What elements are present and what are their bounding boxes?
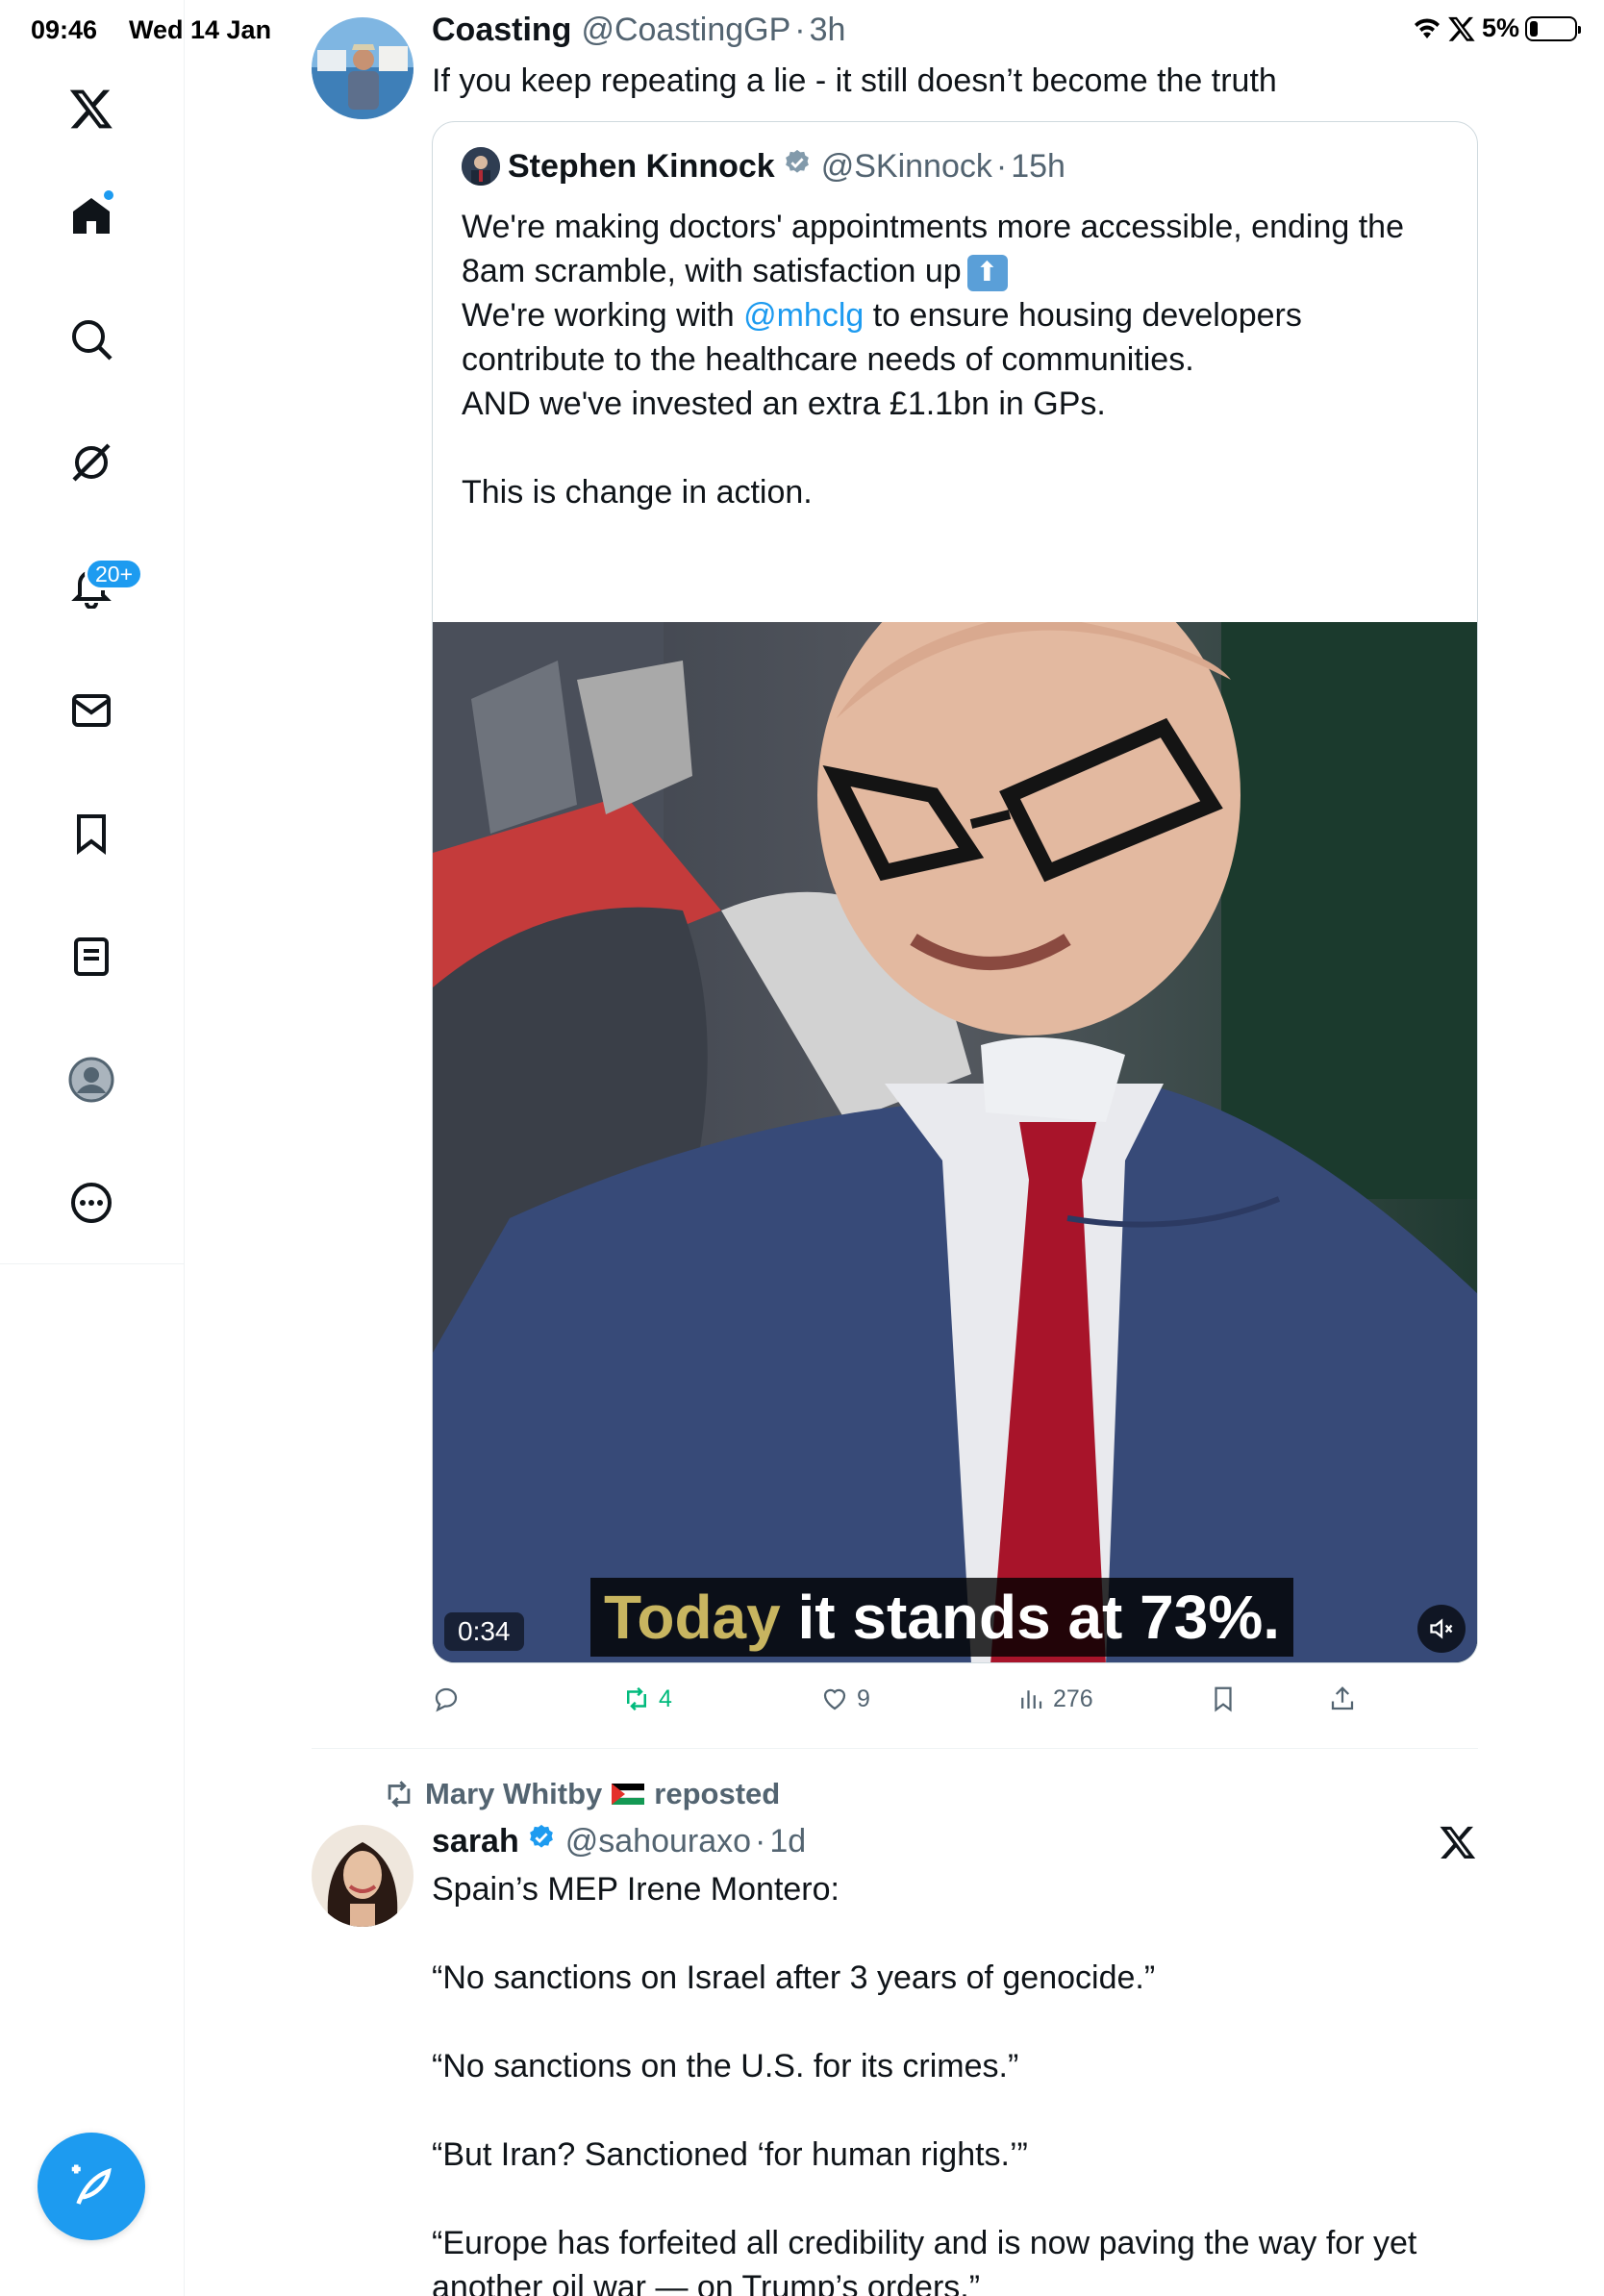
compose-feather-icon — [71, 2164, 112, 2205]
quote-avatar — [462, 147, 500, 186]
grok-x-icon[interactable] — [1439, 1823, 1477, 1861]
video-frame — [433, 622, 1477, 1662]
quote-p2-post: to ensure housing developers — [872, 297, 1302, 334]
mention-link[interactable]: @mhclg — [743, 297, 864, 334]
video-player[interactable]: 0:34 Today it stands at 73%. — [433, 622, 1477, 1662]
tweet1-text: If you keep repeating a lie - it still d… — [432, 62, 1277, 99]
compose-button[interactable] — [38, 2133, 145, 2240]
up-arrow-emoji-icon — [966, 255, 1008, 292]
speaker-muted-icon — [1430, 1618, 1453, 1639]
messages-envelope-icon[interactable] — [58, 677, 125, 744]
video-caption: Today it stands at 73%. — [590, 1578, 1293, 1657]
views-button[interactable]: 276 — [1016, 1685, 1093, 1713]
search-icon[interactable] — [58, 306, 125, 373]
tweet-divider — [312, 1748, 1478, 1749]
quote-p2-pre: We're working with — [462, 297, 735, 334]
wifi-icon — [1414, 17, 1440, 38]
quote-paragraph-4: This is change in action. — [462, 474, 813, 511]
bookmarks-icon[interactable] — [58, 800, 125, 867]
repost-icon — [388, 1781, 411, 1808]
grok-icon[interactable] — [58, 429, 125, 496]
tweet2-line-5: “Europe has forfeited all credibility an… — [432, 2225, 1417, 2261]
bookmark-button[interactable] — [1209, 1685, 1238, 1713]
share-upload-icon — [1331, 1686, 1354, 1710]
reposted-label: reposted — [654, 1777, 781, 1810]
like-button[interactable]: 9 — [820, 1685, 870, 1713]
quote-paragraph-2: We're working with @mhclg to ensure hous… — [462, 293, 1302, 382]
profile-avatar-icon[interactable] — [58, 1046, 125, 1113]
quote-header: Stephen Kinnock @SKinnock · 15h — [462, 147, 1065, 186]
heart-icon — [823, 1688, 846, 1710]
tweet1-dot: · — [794, 12, 806, 48]
sidebar-divider — [0, 1263, 185, 1264]
share-button[interactable] — [1328, 1685, 1357, 1713]
home-unread-dot — [102, 188, 115, 202]
video-caption-rest: it stands at 73%. — [797, 1583, 1281, 1652]
tweet2-dot: · — [755, 1823, 766, 1859]
video-caption-highlight: Today — [604, 1583, 781, 1652]
quote-handle: @SKinnock — [820, 147, 992, 185]
status-icons: 5% — [1413, 13, 1581, 43]
notifications-badge: 20+ — [85, 558, 144, 590]
tweet2-handle[interactable]: @sahouraxo — [565, 1823, 751, 1860]
quote-p1-line2: 8am scramble, with satisfaction up — [462, 253, 962, 289]
tweet1-header: Coasting @CoastingGP · 3h — [432, 12, 845, 49]
tweet2-line-1: Spain’s MEP Irene Montero: — [432, 1871, 840, 1908]
views-count: 276 — [1053, 1685, 1093, 1712]
video-timecode: 0:34 — [444, 1612, 524, 1651]
tweet1-author-name[interactable]: Coasting — [432, 12, 571, 49]
repost-icon — [627, 1686, 646, 1711]
reply-button[interactable] — [432, 1685, 461, 1713]
quote-paragraph-1: We're making doctors' appointments more … — [462, 205, 1404, 293]
more-options-icon[interactable] — [58, 1169, 125, 1236]
quote-dot: · — [995, 147, 1008, 185]
quote-author-name: Stephen Kinnock — [508, 147, 775, 185]
tweet1-time[interactable]: 3h — [810, 12, 846, 49]
mute-button[interactable] — [1417, 1605, 1466, 1653]
tweet2-avatar[interactable] — [312, 1825, 414, 1927]
repost-button[interactable]: 4 — [622, 1685, 672, 1713]
quote-p1-line1: We're making doctors' appointments more … — [462, 209, 1404, 245]
quote-p1-line2-wrap: 8am scramble, with satisfaction up — [462, 249, 1404, 293]
quote-tweet-card[interactable]: Stephen Kinnock @SKinnock · 15h We're ma… — [432, 121, 1478, 1663]
grey-verified-badge-icon — [783, 148, 812, 186]
bookmark-icon — [1215, 1686, 1232, 1712]
sidebar: 20+ — [0, 0, 185, 2296]
reply-bubble-icon — [435, 1687, 458, 1712]
palestine-flag-icon — [612, 1784, 645, 1805]
tweet2-time[interactable]: 1d — [769, 1823, 806, 1860]
reposter-name[interactable]: Mary Whitby — [425, 1777, 602, 1811]
tweet2-line-2: “No sanctions on Israel after 3 years of… — [432, 1959, 1156, 1996]
tweet2-line-3: “No sanctions on the U.S. for its crimes… — [432, 2048, 1019, 2084]
tweet2-header: sarah @sahouraxo · 1d — [432, 1823, 806, 1860]
like-count: 9 — [857, 1685, 870, 1712]
battery-percent: 5% — [1481, 13, 1519, 42]
quote-p2-line2: contribute to the healthcare needs of co… — [462, 341, 1194, 378]
battery-icon — [1525, 15, 1581, 41]
x-logo-icon[interactable] — [58, 75, 125, 142]
blue-verified-badge-icon — [527, 1823, 556, 1860]
lists-icon[interactable] — [58, 923, 125, 990]
tweet1-handle[interactable]: @CoastingGP — [581, 12, 790, 49]
quote-paragraph-3: AND we've invested an extra £1.1bn in GP… — [462, 386, 1106, 422]
x-logo-icon — [1448, 16, 1475, 41]
quote-time: 15h — [1011, 147, 1065, 185]
repost-context: Mary Whitby reposted — [383, 1777, 780, 1811]
views-bar-chart-icon — [1021, 1690, 1042, 1709]
tweet1-avatar[interactable] — [312, 17, 414, 119]
tweet2-line-4: “But Iran? Sanctioned ‘for human rights.… — [432, 2136, 1028, 2173]
tweet1-action-bar: 4 9 276 — [432, 1685, 1478, 1723]
tweet2-line-6: another oil war — on Trump’s orders.” — [432, 2269, 981, 2296]
tweet2-author-name[interactable]: sarah — [432, 1823, 519, 1860]
repost-count: 4 — [659, 1685, 672, 1712]
